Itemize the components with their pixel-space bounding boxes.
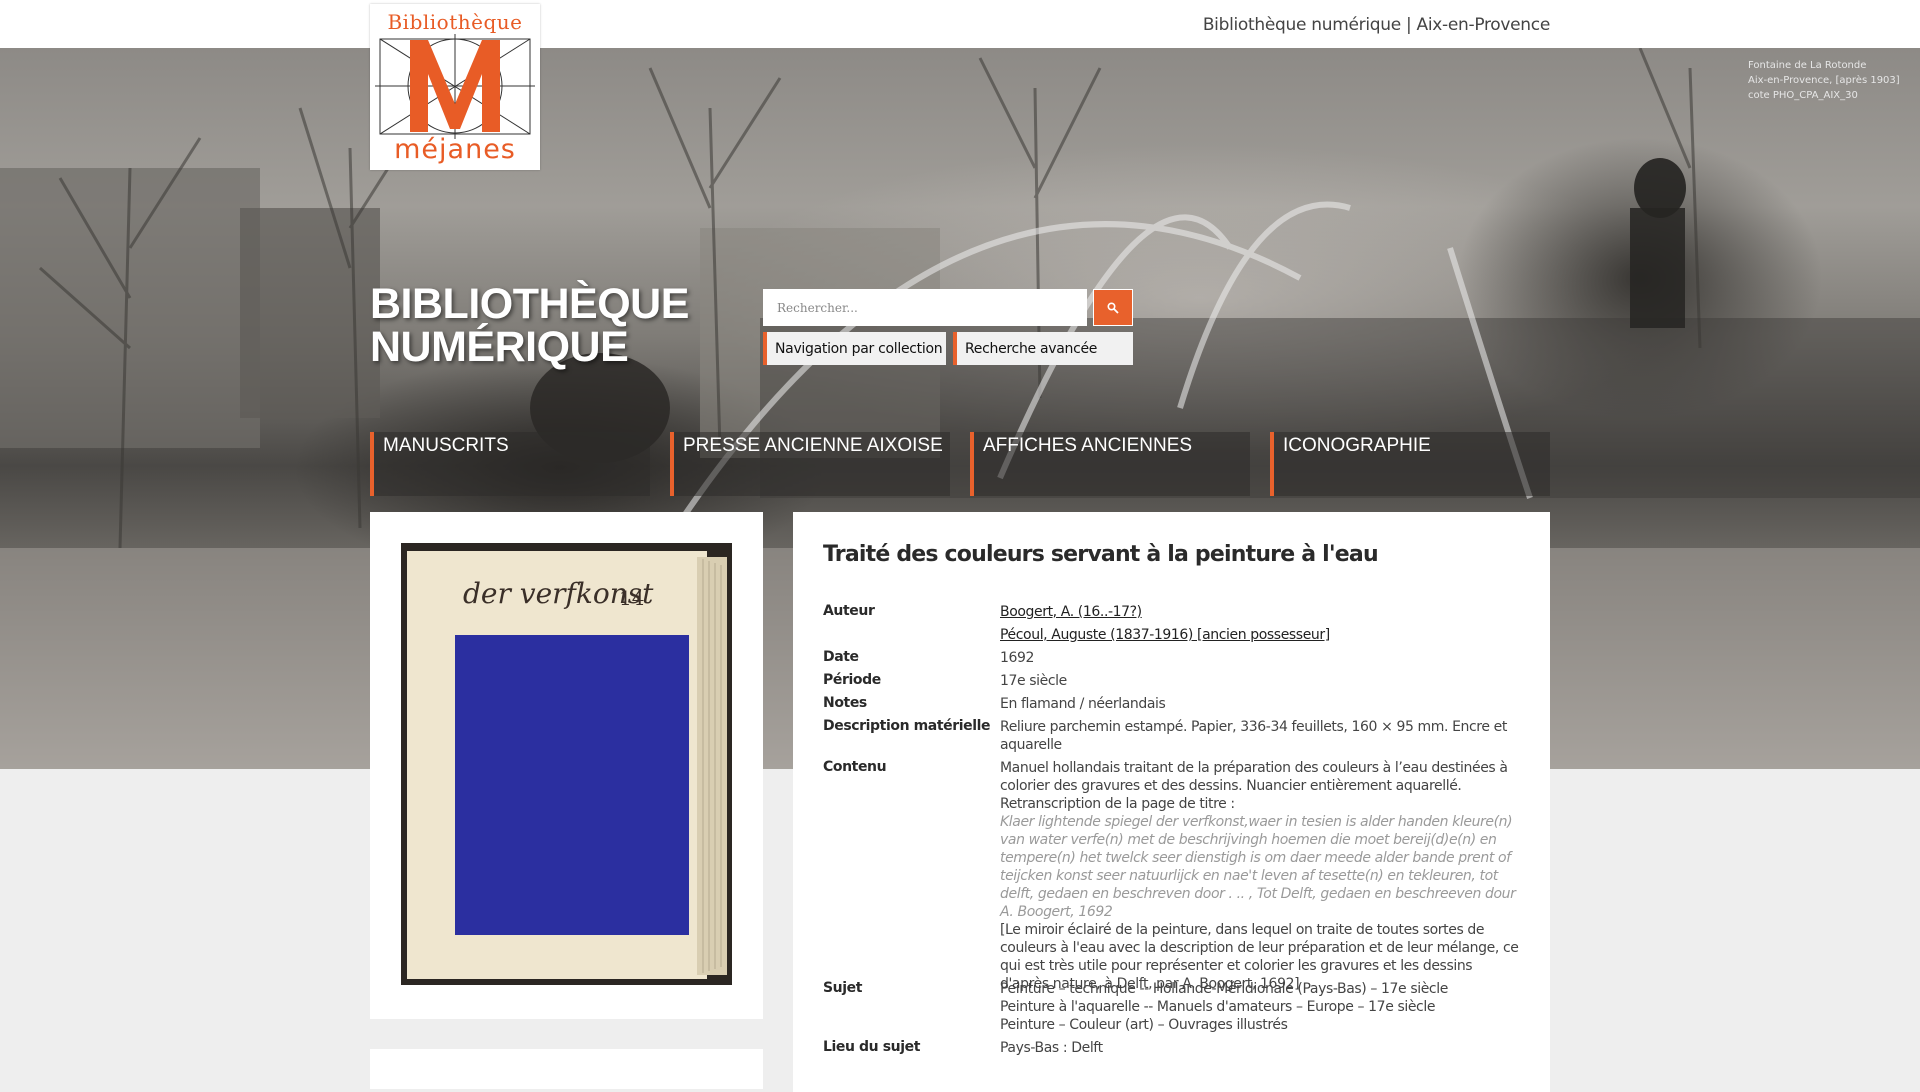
- hero-title-line: BIBLIOTHÈQUE: [370, 280, 689, 328]
- thumbnail-card: der verfkonst 14: [370, 512, 763, 1019]
- place-value: Pays-Bas : Delft: [1000, 1040, 1103, 1056]
- description-value: Reliure parchemin estampé. Papier, 336-3…: [1000, 719, 1507, 753]
- collection-presse[interactable]: PRESSE ANCIENNE AIXOISE: [670, 432, 950, 496]
- subject-item[interactable]: Peinture – technique -- Hollande-Méridio…: [1000, 980, 1520, 998]
- site-name[interactable]: Bibliothèque numérique | Aix-en-Provence: [1203, 15, 1550, 35]
- top-bar: Bibliothèque numérique | Aix-en-Provence: [0, 0, 1920, 48]
- search-button[interactable]: [1093, 289, 1133, 326]
- hero-title: BIBLIOTHÈQUE NUMÉRIQUE: [370, 283, 710, 369]
- subject-label: Sujet: [823, 980, 863, 996]
- date-label: Date: [823, 649, 859, 665]
- document-thumbnail[interactable]: der verfkonst 14: [401, 543, 732, 985]
- notes-label: Notes: [823, 695, 867, 711]
- mejanes-logo[interactable]: Bibliothèque méjanes: [370, 4, 540, 170]
- photo-caption: Fontaine de La Rotonde Aix-en-Provence, …: [1748, 58, 1910, 103]
- content-value: Manuel hollandais traitant de la prépara…: [1000, 759, 1520, 993]
- search-icon: [1107, 301, 1119, 314]
- caption-line: Fontaine de La Rotonde: [1748, 60, 1867, 71]
- logo-bottom-text: méjanes: [394, 134, 516, 165]
- place-label: Lieu du sujet: [823, 1039, 921, 1055]
- subject-value: Peinture – technique -- Hollande-Méridio…: [1000, 980, 1520, 1034]
- author-value: Boogert, A. (16..-17?) Pécoul, Auguste (…: [1000, 603, 1520, 644]
- caption-line: Aix-en-Provence, [après 1903]: [1748, 75, 1900, 86]
- caption-line: cote PHO_CPA_AIX_30: [1748, 90, 1858, 101]
- notes-value: En flamand / néerlandais: [1000, 696, 1166, 712]
- record-card: Traité des couleurs servant à la peintur…: [793, 512, 1550, 1092]
- advanced-search-button[interactable]: Recherche avancée: [953, 332, 1133, 365]
- author-link[interactable]: Pécoul, Auguste (1837-1916) [ancien poss…: [1000, 626, 1520, 644]
- search-input[interactable]: [763, 289, 1087, 326]
- subject-item[interactable]: Peinture – Couleur (art) – Ouvrages illu…: [1000, 1016, 1520, 1034]
- period-label: Période: [823, 672, 881, 688]
- content-summary: Manuel hollandais traitant de la prépara…: [1000, 760, 1508, 794]
- period-value: 17e siècle: [1000, 673, 1067, 689]
- collection-iconographie[interactable]: ICONOGRAPHIE: [1270, 432, 1550, 496]
- secondary-card: [370, 1049, 763, 1089]
- hero-title-line: NUMÉRIQUE: [370, 323, 629, 371]
- thumbnail-page-number: 14: [619, 586, 644, 610]
- content-title-intro: Retranscription de la page de titre :: [1000, 796, 1235, 812]
- record-title: Traité des couleurs servant à la peintur…: [823, 542, 1379, 567]
- date-value: 1692: [1000, 650, 1035, 666]
- author-label: Auteur: [823, 603, 875, 619]
- browse-collections-button[interactable]: Navigation par collection: [763, 332, 946, 365]
- description-label: Description matérielle: [823, 718, 991, 734]
- content-label: Contenu: [823, 759, 887, 775]
- content-original-title: Klaer lightende spiegel der verfkonst,wa…: [1000, 814, 1516, 920]
- collection-affiches[interactable]: AFFICHES ANCIENNES: [970, 432, 1250, 496]
- subject-item[interactable]: Peinture à l'aquarelle -- Manuels d'amat…: [1000, 998, 1520, 1016]
- author-link[interactable]: Boogert, A. (16..-17?): [1000, 603, 1520, 621]
- collection-manuscrits[interactable]: MANUSCRITS: [370, 432, 650, 496]
